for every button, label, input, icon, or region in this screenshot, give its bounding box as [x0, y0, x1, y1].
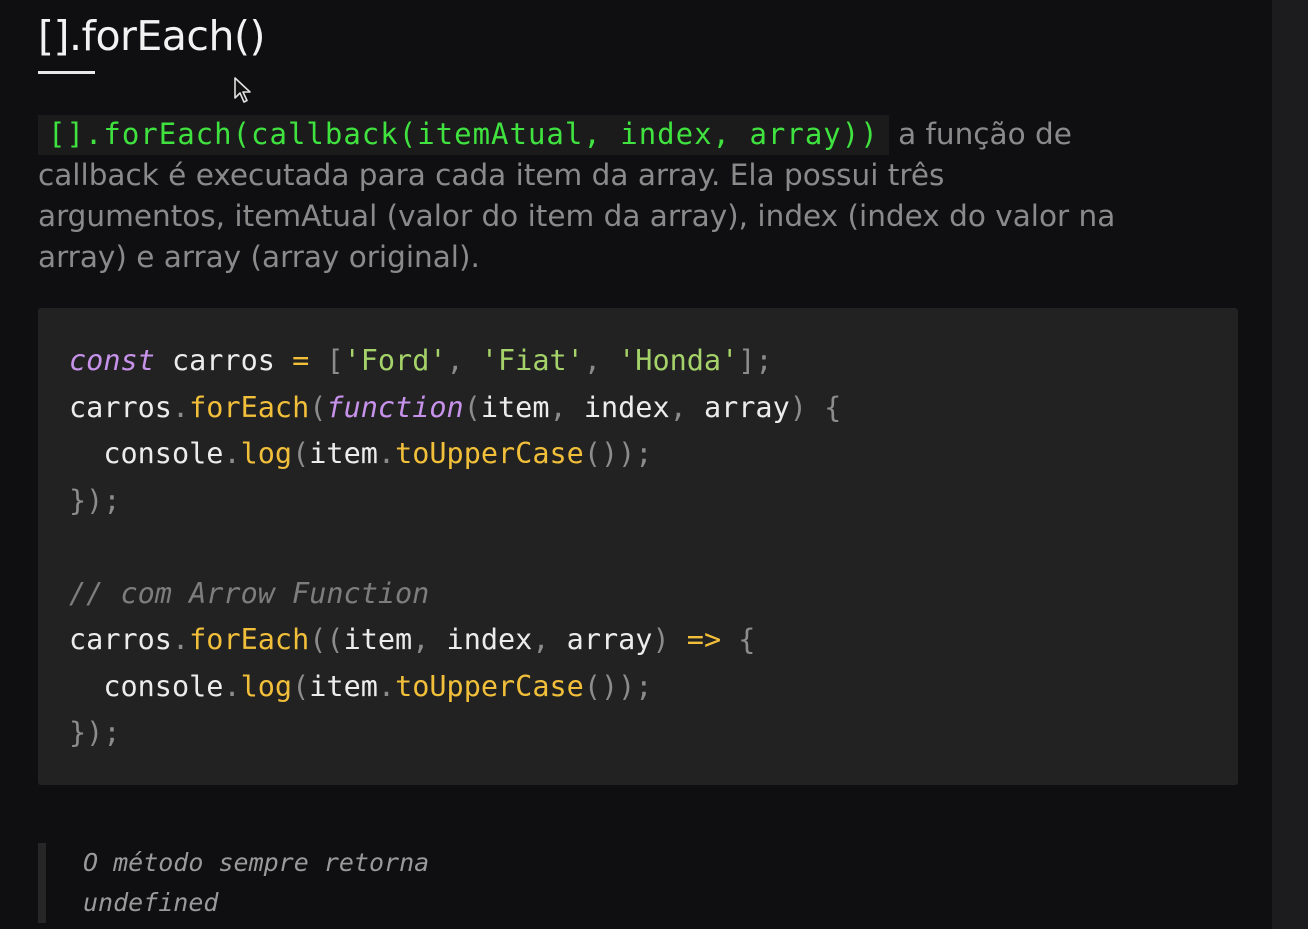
- title-underline: [38, 71, 95, 74]
- code-token: forEach: [189, 390, 310, 424]
- code-token: .: [377, 437, 396, 470]
- code-token: ) {: [789, 390, 842, 424]
- code-token: 'Honda': [618, 344, 739, 377]
- note-blockquote: O método sempre retorna undefined: [38, 843, 638, 923]
- code-line: });: [69, 478, 841, 525]
- code-token: 'Ford': [343, 344, 447, 377]
- code-token: });: [69, 716, 121, 749]
- code-token: =: [292, 344, 310, 377]
- code-token: ,: [412, 623, 447, 656]
- code-token: const: [69, 344, 155, 377]
- code-block: const carros = ['Ford', 'Fiat', 'Honda']…: [38, 308, 1238, 785]
- code-token: function: [326, 390, 464, 424]
- code-token: forEach: [189, 623, 310, 656]
- code-token: ,: [549, 390, 584, 424]
- code-token: array: [703, 390, 790, 424]
- inline-code-signature: [].forEach(callback(itemAtual, index, ar…: [38, 115, 889, 155]
- code-token: log: [240, 437, 293, 470]
- code-token: carros: [69, 390, 172, 424]
- code-line: carros.forEach((item, index, array) => {: [69, 617, 841, 664]
- code-token: ,: [532, 623, 567, 656]
- code-token: ());: [583, 437, 653, 470]
- code-token: (: [292, 669, 310, 703]
- code-line: carros.forEach(function(item, index, arr…: [69, 385, 841, 432]
- code-line: console.log(item.toUpperCase());: [69, 664, 841, 711]
- code-token: (: [309, 390, 327, 424]
- code-token: item: [343, 623, 413, 656]
- code-token: ,: [446, 344, 481, 377]
- code-token: toUpperCase: [395, 437, 584, 470]
- code-token: item: [480, 390, 550, 424]
- code-token: item: [309, 437, 378, 470]
- code-token: ): [652, 623, 687, 656]
- window-edge: [1272, 0, 1308, 929]
- code-token: .: [223, 437, 241, 470]
- code-token: ());: [583, 669, 653, 703]
- code-token: (: [463, 390, 481, 424]
- code-token: array: [566, 623, 653, 656]
- code-line: // com Arrow Function: [69, 571, 841, 618]
- code-token: ];: [738, 344, 773, 377]
- code-token: log: [240, 669, 293, 703]
- code-token: index: [583, 390, 670, 424]
- code-token: =>: [686, 623, 722, 656]
- code-token: .: [171, 390, 190, 424]
- note-text: O método sempre retorna undefined: [83, 848, 430, 917]
- code-token: // com Arrow Function: [69, 576, 430, 610]
- code-token: carros: [69, 623, 172, 656]
- code-token: [: [309, 344, 344, 377]
- code-content: const carros = ['Ford', 'Fiat', 'Honda']…: [69, 338, 841, 757]
- code-token: ,: [583, 344, 619, 377]
- code-line: console.log(item.toUpperCase());: [69, 431, 841, 478]
- code-token: index: [446, 623, 533, 656]
- code-token: });: [69, 483, 121, 517]
- code-token: carros: [154, 344, 293, 377]
- code-token: (: [292, 437, 310, 470]
- description-paragraph: [].forEach(callback(itemAtual, index, ar…: [38, 114, 1118, 278]
- code-token: toUpperCase: [395, 669, 584, 703]
- page-title: [].forEach(): [38, 12, 265, 60]
- code-line: const carros = ['Ford', 'Fiat', 'Honda']…: [69, 338, 841, 385]
- code-token: ((: [309, 623, 344, 656]
- code-token: 'Fiat': [480, 344, 584, 377]
- mouse-pointer-icon: [234, 77, 251, 103]
- blockquote-bar: [38, 843, 46, 923]
- code-token: console: [69, 437, 224, 470]
- code-token: console: [69, 669, 224, 703]
- code-token: {: [721, 623, 756, 656]
- code-token: .: [377, 669, 396, 703]
- code-token: .: [171, 623, 190, 656]
- code-token: ,: [669, 390, 704, 424]
- code-line: });: [69, 710, 841, 757]
- code-token: item: [309, 669, 378, 703]
- code-token: .: [223, 669, 241, 703]
